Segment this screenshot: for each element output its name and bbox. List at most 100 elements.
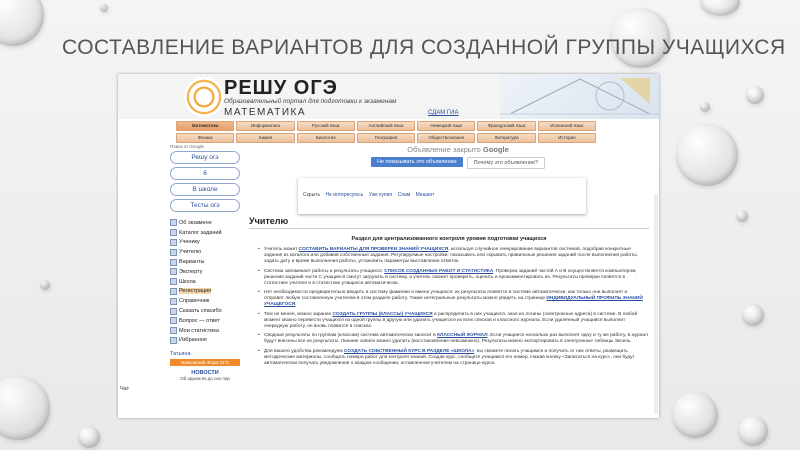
- sidebar-menu-item[interactable]: Вопрос — ответ: [170, 316, 240, 326]
- menu-bullet-icon: [170, 268, 177, 276]
- site-subject: МАТЕМАТИКА: [224, 107, 307, 118]
- sidebar-menu-item[interactable]: Варианты: [170, 257, 240, 267]
- list-item: Учитель может СОСТАВИТЬ ВАРИАНТЫ ДЛЯ ПРО…: [258, 247, 648, 265]
- menu-bullet-icon: [170, 336, 177, 344]
- content-link[interactable]: КЛАССНЫЙ ЖУРНАЛ: [437, 333, 488, 338]
- sidebar: Поиск от Google Решу огэ 6 В школе Тесты…: [170, 144, 240, 381]
- sidebar-menu-item[interactable]: Об экзамене: [170, 218, 240, 228]
- site-logo[interactable]: РЕШУ ОГЭ: [224, 77, 338, 100]
- sidebar-menu-item[interactable]: Избранное: [170, 336, 240, 346]
- subject-nav-row: Математика Информатика Русский язык Англ…: [176, 121, 596, 131]
- water-drop-decoration: [0, 376, 50, 440]
- menu-bullet-icon: [170, 229, 177, 237]
- tab-subject[interactable]: Литература: [477, 133, 536, 143]
- website-screenshot: РЕШУ ОГЭ Образовательный портал для подг…: [118, 74, 659, 418]
- water-drop-decoration: [700, 102, 710, 112]
- ad-feedback-panel: Скрыть Не интересуюсь Уже купил Спам Меш…: [298, 178, 586, 214]
- tab-subject[interactable]: Французский язык: [477, 121, 536, 131]
- water-drop-decoration: [0, 0, 44, 46]
- scrollbar[interactable]: [654, 194, 658, 414]
- menu-bullet-icon: [170, 327, 177, 335]
- water-drop-decoration: [738, 416, 768, 446]
- ad-option[interactable]: Мешает: [416, 192, 435, 198]
- sidebar-menu-item[interactable]: Справочник: [170, 296, 240, 306]
- sun-logo-icon: [184, 77, 224, 117]
- list-item: Сводные результаты по группам (классам) …: [258, 333, 648, 345]
- sidebar-menu-item[interactable]: Эксперту: [170, 267, 240, 277]
- ad-option[interactable]: Спам: [398, 192, 411, 198]
- water-drop-decoration: [78, 426, 100, 448]
- menu-bullet-icon: [170, 238, 177, 246]
- sidebar-menu-item[interactable]: Каталог заданий: [170, 228, 240, 238]
- water-drop-decoration: [100, 4, 108, 12]
- sidebar-menu: Об экзамене Каталог заданий Ученику Учит…: [170, 218, 240, 345]
- chat-link[interactable]: Чат: [120, 386, 129, 392]
- page-title: Учителю: [249, 216, 649, 229]
- ad-option[interactable]: Не интересуюсь: [325, 192, 363, 198]
- list-item: Тем не менее, можно заранее СОЗДАТЬ ГРУП…: [258, 312, 648, 330]
- tab-subject[interactable]: География: [356, 133, 416, 143]
- subject-nav: Математика Информатика Русский язык Англ…: [176, 121, 596, 145]
- water-drop-decoration: [742, 304, 764, 326]
- google-search-label: Поиск от Google: [170, 144, 204, 149]
- menu-bullet-icon: [170, 278, 177, 286]
- sidebar-button[interactable]: Тесты огэ: [170, 199, 240, 212]
- sidebar-button[interactable]: Решу огэ: [170, 151, 240, 164]
- ad-option[interactable]: Уже купил: [369, 192, 393, 198]
- tab-subject[interactable]: Английский язык: [356, 121, 416, 131]
- menu-bullet-icon: [170, 258, 177, 266]
- tab-subject[interactable]: Немецкий язык: [417, 121, 476, 131]
- water-drop-decoration: [676, 124, 738, 186]
- ad-option[interactable]: Скрыть: [303, 192, 320, 198]
- tab-subject[interactable]: Математика: [176, 121, 235, 131]
- water-drop-decoration: [700, 0, 740, 16]
- user-name-link[interactable]: Татьяна: [170, 351, 240, 357]
- content-link[interactable]: СПИСОК СОЗДАННЫХ РАБОТ И СТАТИСТИКА: [384, 269, 493, 274]
- subject-nav-row: Физика Химия Биология География Общество…: [176, 133, 596, 143]
- water-drop-decoration: [746, 86, 764, 104]
- sidebar-menu-item[interactable]: Ученику: [170, 238, 240, 248]
- tab-subject[interactable]: Обществознание: [417, 133, 476, 143]
- why-ad-button[interactable]: Почему это объявление?: [466, 157, 546, 169]
- ad-closed-notice: Объявление закрыто Google Не показывать …: [288, 145, 628, 169]
- list-item: Система запоминает работы и результаты у…: [258, 269, 648, 287]
- water-drop-decoration: [736, 210, 748, 222]
- news-item[interactable]: Об одном из до сих пор: [170, 376, 240, 381]
- content-list: Учитель может СОСТАВИТЬ ВАРИАНТЫ ДЛЯ ПРО…: [258, 247, 648, 370]
- content-link[interactable]: СОЗДАТЬ СОБСТВЕННЫЙ КУРС В РАЗДЕЛЕ «ШКОЛ…: [344, 349, 474, 354]
- tab-subject[interactable]: Биология: [296, 133, 355, 143]
- sidebar-menu-item[interactable]: Мои статистика: [170, 326, 240, 336]
- water-drop-decoration: [40, 280, 50, 290]
- content-link[interactable]: СОЗДАТЬ ГРУППЫ (КЛАССЫ) УЧАЩИХСЯ: [333, 312, 433, 317]
- sidebar-menu-item[interactable]: Регистрация: [170, 287, 240, 297]
- sdam-gia-link[interactable]: СДАМ ГИА: [428, 110, 459, 116]
- tab-subject[interactable]: Химия: [236, 133, 295, 143]
- user-badge[interactable]: Банковский Форм ОГЭ: [170, 359, 240, 367]
- content-link[interactable]: СОСТАВИТЬ ВАРИАНТЫ ДЛЯ ПРОВЕРКИ ЗНАНИЙ У…: [299, 247, 449, 252]
- sidebar-button[interactable]: 6: [170, 167, 240, 180]
- tab-subject[interactable]: Испанский язык: [537, 121, 596, 131]
- tab-subject[interactable]: История: [537, 133, 596, 143]
- tab-subject[interactable]: Русский язык: [296, 121, 355, 131]
- slide-title: СОСТАВЛЕНИЕ ВАРИАНТОВ ДЛЯ СОЗДАННОЙ ГРУП…: [62, 36, 786, 59]
- hide-ad-button[interactable]: Не показывать это объявление: [370, 157, 463, 167]
- sidebar-button[interactable]: В школе: [170, 183, 240, 196]
- list-item: Нет необходимости предварительно вводить…: [258, 290, 648, 308]
- sidebar-menu-item[interactable]: Школа: [170, 277, 240, 287]
- geometry-drawing-icon: [500, 78, 659, 115]
- google-brand: Google: [482, 145, 509, 154]
- sidebar-menu-item[interactable]: Учителю: [170, 247, 240, 257]
- section-title: Раздел для централизованного контроля ур…: [351, 236, 547, 242]
- list-item: Для вашего удобства рекомендуем СОЗДАТЬ …: [258, 349, 648, 367]
- sidebar-menu-item[interactable]: Сказать спасибо: [170, 306, 240, 316]
- menu-bullet-icon: [170, 297, 177, 305]
- tab-subject[interactable]: Физика: [176, 133, 235, 143]
- menu-bullet-icon: [170, 307, 177, 315]
- water-drop-decoration: [672, 392, 718, 438]
- site-header: РЕШУ ОГЭ Образовательный портал для подг…: [118, 74, 659, 119]
- menu-bullet-icon: [170, 287, 177, 295]
- menu-bullet-icon: [170, 317, 177, 325]
- header-decoration: [500, 74, 659, 119]
- tab-subject[interactable]: Информатика: [236, 121, 295, 131]
- site-tagline: Образовательный портал для подготовки к …: [224, 98, 397, 105]
